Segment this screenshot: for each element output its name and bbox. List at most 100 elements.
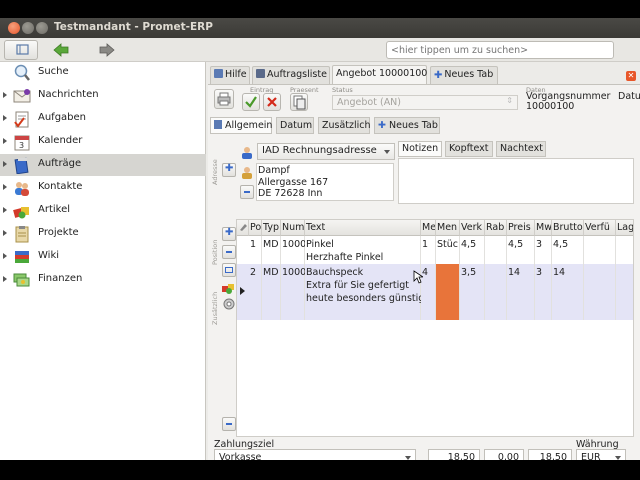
close-tab-icon[interactable]: ✕	[626, 71, 636, 81]
sidebar-item-auftraege[interactable]: Aufträge	[0, 154, 206, 176]
sidebar-item-suche[interactable]: Suche	[0, 62, 206, 84]
tab-angebot[interactable]: Angebot 10000100	[332, 65, 427, 85]
col-header-lager[interactable]: Lag	[616, 220, 633, 236]
col-header-pos[interactable]: Po	[249, 220, 262, 236]
cell-typ[interactable]: MD	[262, 236, 281, 253]
cell-quantity[interactable]: 4	[421, 264, 436, 281]
col-header-typ[interactable]: Typ	[262, 220, 281, 236]
cell-price[interactable]: 4,5	[507, 236, 535, 253]
col-header-label: Preis	[508, 222, 531, 233]
col-header-label: Rab	[486, 222, 505, 233]
cell-sale-price[interactable]: 3,5	[460, 264, 485, 281]
tab-neues-tab-2[interactable]: ✚ Neues Tab	[374, 117, 440, 134]
cell-discount[interactable]	[485, 264, 507, 268]
address-type-select[interactable]: IAD Rechnungsadresse	[257, 143, 395, 160]
window-minimize-button[interactable]	[22, 22, 34, 34]
back-button[interactable]	[52, 42, 70, 61]
edit-position-button[interactable]	[222, 263, 236, 277]
sidebar-item-nachrichten[interactable]: Nachrichten	[0, 85, 206, 107]
cell-sale-price[interactable]: 4,5	[460, 236, 485, 253]
tab-zusaetzlich[interactable]: Zusätzlich	[318, 117, 371, 134]
tab-allgemein[interactable]: Allgemein	[210, 117, 272, 134]
col-header-me[interactable]: Me	[421, 220, 436, 236]
search-input[interactable]	[386, 41, 614, 59]
col-header-mw[interactable]: Mw	[535, 220, 552, 236]
notes-textarea[interactable]	[398, 158, 634, 204]
sidebar-item-wiki[interactable]: Wiki	[0, 246, 206, 268]
quantity-unit-cell-highlight[interactable]	[436, 264, 460, 320]
cell-text-line3[interactable]: heute besonders günstig	[305, 290, 421, 307]
expand-arrow-icon[interactable]	[3, 207, 7, 213]
cell-pos[interactable]: 2	[249, 264, 262, 281]
sidebar-item-kontakte[interactable]: Kontakte	[0, 177, 206, 199]
col-header-men[interactable]: Men	[436, 220, 460, 236]
cell-quantity[interactable]: 1	[421, 236, 436, 253]
cell-discount[interactable]	[485, 236, 507, 240]
sidebar-item-label: Projekte	[38, 227, 79, 238]
cell-vat[interactable]: 3	[535, 236, 552, 253]
tab-kopftext[interactable]: Kopftext	[445, 141, 493, 157]
tab-datum[interactable]: Datum	[276, 117, 314, 134]
col-header-text[interactable]: Text	[305, 220, 421, 236]
col-header-num[interactable]: Num	[281, 220, 305, 236]
col-header-verk[interactable]: Verk	[460, 220, 485, 236]
expand-arrow-icon[interactable]	[3, 253, 7, 259]
window-maximize-button[interactable]	[36, 22, 48, 34]
tab-label: Nachtext	[500, 143, 543, 154]
address-type-value: IAD Rechnungsadresse	[262, 145, 377, 156]
cell-pos[interactable]: 1	[249, 236, 262, 253]
cell-gross[interactable]: 4,5	[552, 236, 584, 253]
expand-arrow-icon[interactable]	[3, 161, 7, 167]
expand-arrow-icon[interactable]	[3, 92, 7, 98]
copy-button[interactable]	[290, 93, 308, 111]
add-address-button[interactable]: ✚	[222, 163, 236, 177]
sidebar-item-projekte[interactable]: Projekte	[0, 223, 206, 245]
sidebar-toggle-button[interactable]	[4, 40, 38, 60]
tab-neues-tab[interactable]: ✚ Neues Tab	[430, 66, 498, 84]
remove-address-button[interactable]	[240, 185, 254, 199]
contact-link-button[interactable]	[240, 165, 254, 179]
remove-position-button[interactable]	[222, 245, 236, 259]
sidebar-item-finanzen[interactable]: Finanzen	[0, 269, 206, 291]
sidebar-item-artikel[interactable]: Artikel	[0, 200, 206, 222]
expand-arrow-icon[interactable]	[3, 276, 7, 282]
address-text[interactable]: Dampf Allergasse 167 DE 72628 Inn	[256, 163, 394, 201]
settings-position-button[interactable]	[222, 297, 236, 314]
sidebar-item-aufgaben[interactable]: Aufgaben	[0, 108, 206, 130]
col-header-verfuegbar[interactable]: Verfü	[584, 220, 616, 236]
cell-unit[interactable]: Stüc	[436, 236, 460, 253]
article-lookup-button[interactable]	[222, 281, 236, 298]
finance-icon	[13, 273, 30, 287]
cancel-button[interactable]	[263, 93, 281, 111]
save-button[interactable]	[242, 93, 260, 111]
col-header-preis[interactable]: Preis	[507, 220, 535, 236]
expand-arrow-icon[interactable]	[3, 115, 7, 121]
window-close-button[interactable]	[8, 22, 20, 34]
minus-icon	[244, 191, 250, 193]
print-button[interactable]	[214, 89, 234, 109]
cell-gross[interactable]: 14	[552, 264, 584, 281]
tab-auftragsliste[interactable]: Auftragsliste	[252, 66, 330, 84]
cell-num[interactable]: 1000	[281, 236, 305, 253]
cell-num[interactable]: 1000	[281, 264, 305, 281]
collapse-button[interactable]	[222, 417, 236, 431]
tab-notizen[interactable]: Notizen	[398, 141, 442, 157]
status-select[interactable]: Angebot (AN) ⇕	[332, 95, 518, 110]
cell-typ[interactable]: MD	[262, 264, 281, 281]
tab-nachtext[interactable]: Nachtext	[496, 141, 546, 157]
cell-price[interactable]: 14	[507, 264, 535, 281]
col-header-rab[interactable]: Rab	[485, 220, 507, 236]
add-position-button[interactable]: ✚	[222, 227, 236, 241]
expand-arrow-icon[interactable]	[3, 138, 7, 144]
expand-arrow-icon[interactable]	[3, 184, 7, 190]
sidebar-item-label: Suche	[38, 66, 69, 77]
col-header-brutto[interactable]: Brutto	[552, 220, 584, 236]
address-book-button[interactable]	[240, 145, 254, 159]
bottom-letterbox	[0, 460, 640, 480]
cell-vat[interactable]: 3	[535, 264, 552, 281]
tab-hilfe[interactable]: Hilfe	[210, 66, 250, 84]
col-header-edit[interactable]	[237, 220, 249, 236]
sidebar-item-kalender[interactable]: 3 Kalender	[0, 131, 206, 153]
forward-button[interactable]	[98, 42, 116, 61]
expand-arrow-icon[interactable]	[3, 230, 7, 236]
